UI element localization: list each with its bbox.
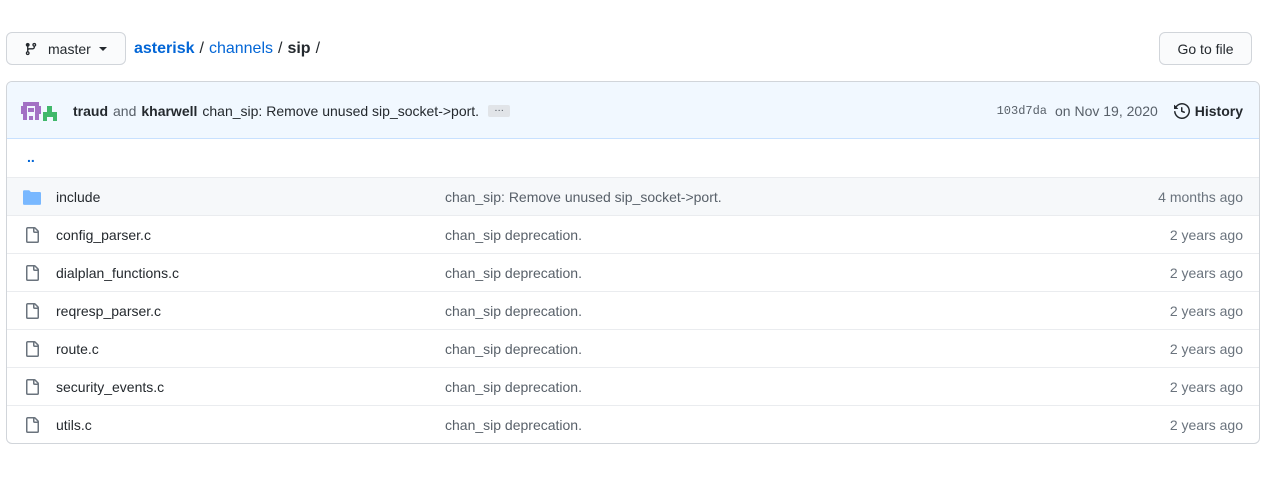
file-icon — [26, 417, 39, 433]
file-icon — [26, 341, 39, 357]
breadcrumb-channels-link[interactable]: channels — [209, 40, 273, 58]
file-name-link[interactable]: config_parser.c — [56, 227, 151, 243]
go-to-file-button[interactable]: Go to file — [1159, 32, 1252, 65]
file-icon — [26, 227, 39, 243]
commit-coauthor-link[interactable]: kharwell — [141, 103, 197, 119]
parent-directory-link[interactable]: .. — [27, 149, 35, 165]
history-label: History — [1194, 102, 1243, 119]
breadcrumb: asterisk / channels / sip / — [134, 32, 325, 65]
file-commit-message[interactable]: chan_sip deprecation. — [445, 417, 582, 433]
file-name-link[interactable]: route.c — [56, 341, 99, 357]
file-name-link[interactable]: security_events.c — [56, 379, 164, 395]
file-commit-age: 2 years ago — [1169, 340, 1243, 357]
file-commit-age: 2 years ago — [1169, 378, 1243, 395]
commit-sha-link[interactable]: 103d7da — [997, 104, 1047, 118]
breadcrumb-separator: / — [278, 39, 283, 57]
breadcrumb-repo-link[interactable]: asterisk — [134, 40, 195, 58]
history-icon — [1173, 102, 1190, 119]
file-icon — [26, 265, 39, 281]
commit-date: on Nov 19, 2020 — [1055, 102, 1158, 119]
commit-author-link[interactable]: traud — [73, 103, 108, 119]
breadcrumb-current: sip — [287, 39, 311, 57]
avatar-stack[interactable] — [21, 100, 59, 122]
file-browser: traud and kharwell chan_sip: Remove unus… — [6, 81, 1260, 444]
chevron-down-icon — [98, 46, 107, 51]
file-commit-age: 2 years ago — [1169, 226, 1243, 243]
folder-icon — [23, 190, 41, 205]
file-commit-age: 2 years ago — [1169, 302, 1243, 319]
file-commit-message[interactable]: chan_sip deprecation. — [445, 341, 582, 357]
file-commit-message[interactable]: chan_sip deprecation. — [445, 265, 582, 281]
file-name-link[interactable]: dialplan_functions.c — [56, 265, 179, 281]
parent-directory-row[interactable]: .. — [7, 139, 1259, 177]
file-icon — [26, 379, 39, 395]
file-commit-message[interactable]: chan_sip deprecation. — [445, 227, 582, 243]
file-commit-message[interactable]: chan_sip deprecation. — [445, 303, 582, 319]
git-branch-icon — [25, 42, 37, 55]
file-name-link[interactable]: utils.c — [56, 417, 92, 433]
breadcrumb-separator: / — [315, 39, 321, 57]
file-icon — [26, 303, 39, 319]
branch-select-button[interactable]: master — [6, 32, 126, 65]
table-row[interactable]: utils.c chan_sip deprecation. 2 years ag… — [7, 405, 1259, 443]
commit-summary: traud and kharwell chan_sip: Remove unus… — [73, 82, 511, 139]
table-row[interactable]: route.c chan_sip deprecation. 2 years ag… — [7, 329, 1259, 367]
breadcrumb-separator: / — [199, 39, 204, 57]
file-commit-message[interactable]: chan_sip: Remove unused sip_socket->port… — [445, 189, 722, 205]
commit-meta: 103d7da on Nov 19, 2020 History — [997, 82, 1243, 139]
table-row[interactable]: config_parser.c chan_sip deprecation. 2 … — [7, 215, 1259, 253]
repo-toolbar: master asterisk / channels / sip / Go to… — [6, 32, 1252, 65]
file-commit-age: 2 years ago — [1169, 264, 1243, 281]
file-name-link[interactable]: reqresp_parser.c — [56, 303, 161, 319]
table-row[interactable]: include chan_sip: Remove unused sip_sock… — [7, 177, 1259, 215]
file-commit-age: 2 years ago — [1169, 416, 1243, 433]
history-link[interactable]: History — [1173, 102, 1243, 119]
table-row[interactable]: security_events.c chan_sip deprecation. … — [7, 367, 1259, 405]
branch-label: master — [48, 40, 91, 57]
file-commit-message[interactable]: chan_sip deprecation. — [445, 379, 582, 395]
latest-commit-bar: traud and kharwell chan_sip: Remove unus… — [7, 82, 1259, 139]
file-name-link[interactable]: include — [56, 189, 100, 205]
table-row[interactable]: dialplan_functions.c chan_sip deprecatio… — [7, 253, 1259, 291]
file-commit-age: 4 months ago — [1158, 188, 1243, 205]
commit-message-link[interactable]: chan_sip: Remove unused sip_socket->port… — [202, 103, 479, 119]
commit-author-conjunction: and — [113, 102, 137, 119]
commit-expand-button[interactable]: … — [488, 103, 511, 117]
table-row[interactable]: reqresp_parser.c chan_sip deprecation. 2… — [7, 291, 1259, 329]
